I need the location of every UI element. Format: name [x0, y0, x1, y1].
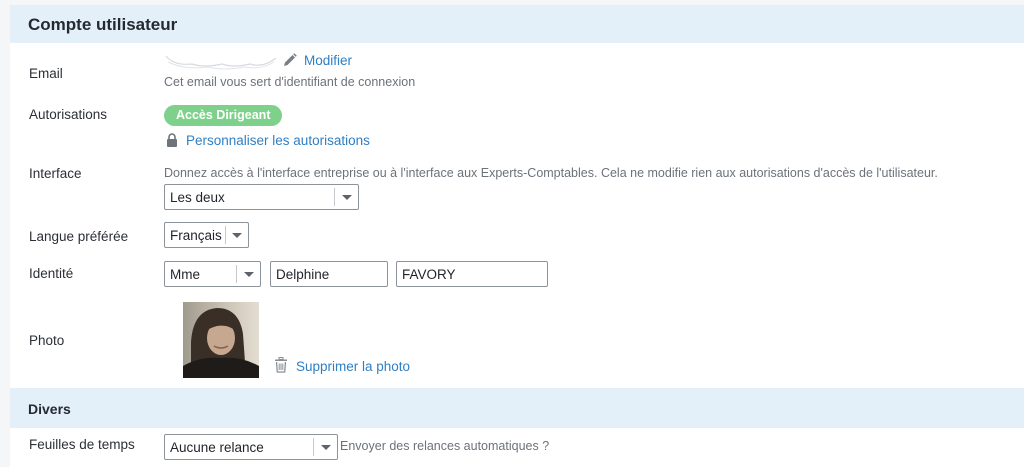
chevron-down-icon	[342, 195, 352, 200]
select-separator	[313, 438, 314, 456]
user-photo	[183, 302, 259, 378]
account-section-header: Compte utilisateur	[10, 5, 1024, 43]
modify-email-link[interactable]: Modifier	[304, 53, 352, 68]
email-value-redacted	[165, 55, 277, 70]
access-badge: Accès Dirigeant	[164, 105, 283, 126]
reminder-help-text: Envoyer des relances automatiques ?	[340, 439, 550, 453]
select-separator	[236, 265, 237, 283]
first-name-input[interactable]	[270, 261, 388, 287]
select-separator	[334, 188, 335, 206]
chevron-down-icon	[232, 233, 242, 238]
misc-section-header: Divers	[10, 388, 1024, 428]
last-name-input[interactable]	[396, 261, 548, 287]
language-selected-value: Français	[170, 228, 222, 243]
civility-select[interactable]: Mme	[164, 261, 261, 287]
section-title: Divers	[28, 401, 71, 417]
user-account-panel: Compte utilisateur Email Modifier Cet em…	[10, 5, 1024, 467]
timesheets-label: Feuilles de temps	[29, 437, 135, 452]
select-separator	[225, 226, 226, 244]
pencil-icon[interactable]	[282, 52, 298, 68]
chevron-down-icon	[321, 445, 331, 450]
email-help-text: Cet email vous sert d'identifiant de con…	[164, 75, 416, 89]
interface-selected-value: Les deux	[170, 190, 225, 205]
section-title: Compte utilisateur	[28, 15, 178, 34]
lock-icon	[167, 133, 177, 147]
reminder-select[interactable]: Aucune relance	[164, 434, 338, 460]
email-label: Email	[29, 66, 63, 81]
language-select[interactable]: Français	[164, 222, 249, 248]
reminder-selected-value: Aucune relance	[170, 440, 264, 455]
chevron-down-icon	[244, 272, 254, 277]
trash-icon[interactable]	[274, 357, 288, 373]
language-label: Langue préférée	[29, 229, 129, 244]
customize-permissions-link[interactable]: Personnaliser les autorisations	[186, 133, 370, 148]
interface-select[interactable]: Les deux	[164, 184, 359, 210]
interface-label: Interface	[29, 166, 82, 181]
interface-help-text: Donnez accès à l'interface entreprise ou…	[164, 166, 938, 180]
identity-label: Identité	[29, 266, 74, 281]
photo-label: Photo	[29, 333, 65, 348]
civility-selected-value: Mme	[170, 267, 200, 282]
delete-photo-link[interactable]: Supprimer la photo	[296, 359, 410, 374]
permissions-label: Autorisations	[29, 107, 108, 122]
